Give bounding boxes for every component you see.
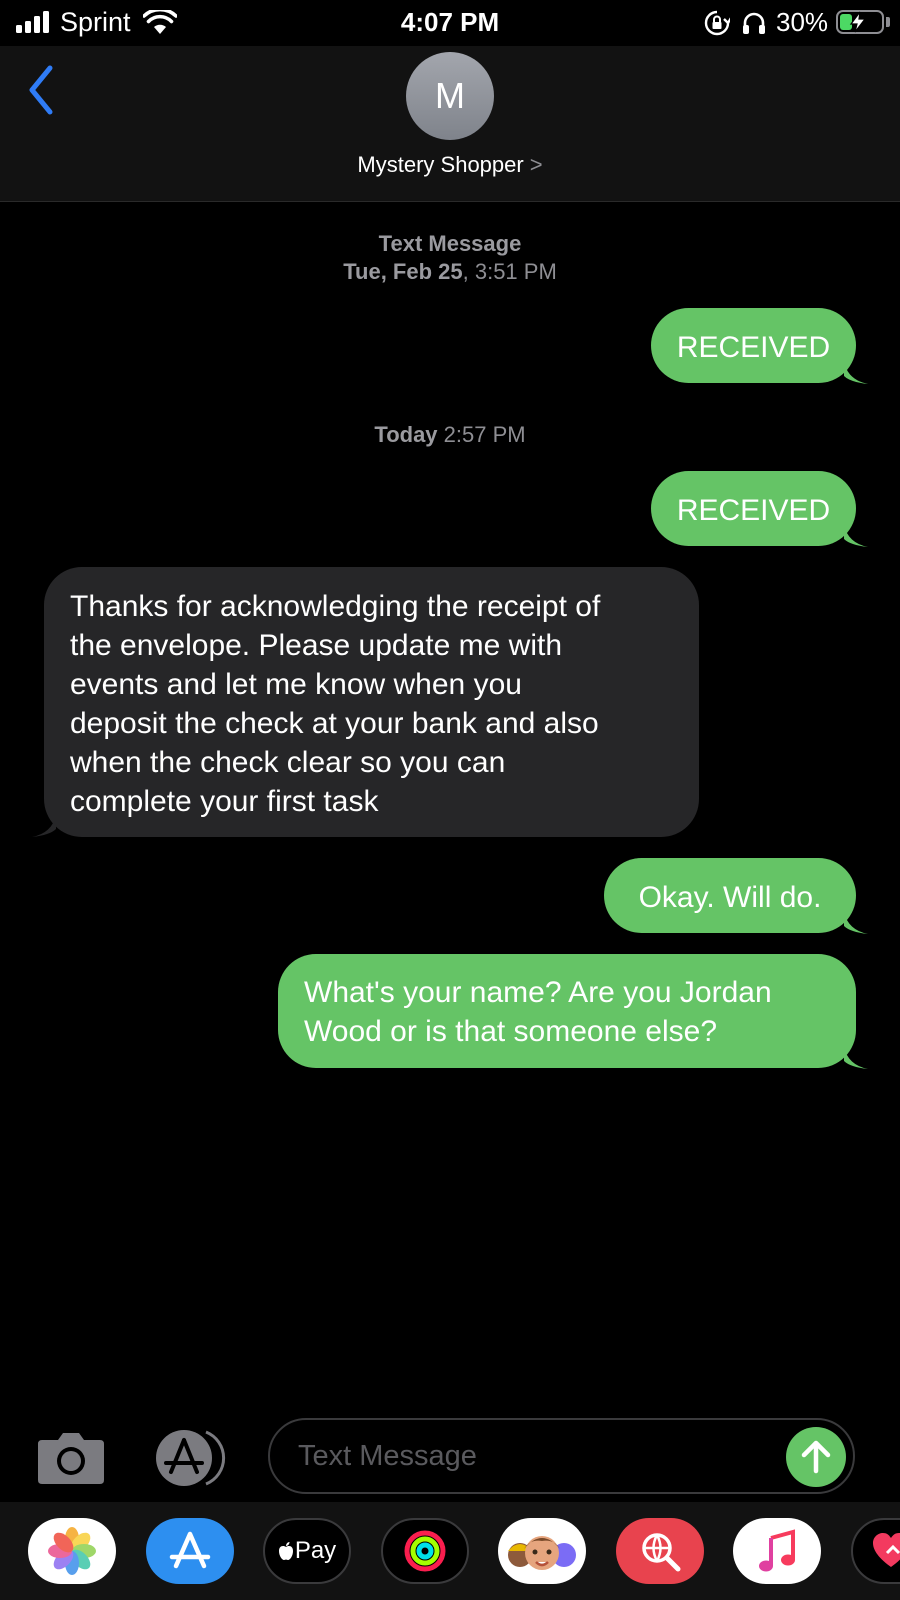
timestamp-header: Today 2:57 PM: [0, 421, 900, 449]
app-store-a-icon: [169, 1531, 211, 1569]
message-line: Thanks for acknowledging the receipt of: [70, 590, 601, 623]
contact-avatar[interactable]: M: [406, 52, 494, 140]
bubble-tail: [844, 912, 868, 934]
message-line: RECEIVED: [676, 494, 831, 527]
memoji-app-icon[interactable]: [498, 1518, 586, 1584]
conversation-header: M Mystery Shopper >: [0, 46, 900, 202]
web-images-app-icon[interactable]: [616, 1518, 704, 1584]
apple-pay-label: Pay: [294, 1537, 337, 1564]
battery-percent: 30%: [776, 7, 829, 37]
bubble-tail: [844, 525, 868, 547]
message-line: Wood or is that someone else?: [304, 1015, 718, 1048]
camera-icon[interactable]: [36, 1430, 106, 1486]
message-line: Okay. Will do.: [638, 881, 822, 914]
heart-app-icon[interactable]: [851, 1518, 900, 1584]
arrow-up-icon: [801, 1440, 831, 1474]
app-store-app-icon[interactable]: [146, 1518, 234, 1584]
apple-logo-icon: [278, 1542, 293, 1560]
message-line: What's your name? Are you Jordan: [304, 976, 772, 1009]
message-input-placeholder: Text Message: [298, 1440, 477, 1472]
message-bubble-outgoing[interactable]: RECEIVED: [651, 471, 856, 546]
app-store-drawer-icon[interactable]: [150, 1428, 232, 1488]
message-bubble-outgoing[interactable]: Okay. Will do.: [604, 858, 856, 933]
service-label: Text Message: [378, 231, 522, 256]
timestamp-day: Today: [374, 422, 438, 447]
bubble-tail: [32, 815, 56, 837]
back-chevron-icon[interactable]: [22, 62, 62, 118]
status-bar: Sprint 4:07 PM 30%: [0, 0, 900, 46]
message-bubble-incoming[interactable]: Thanks for acknowledging the receipt of …: [44, 567, 699, 837]
message-bubble-outgoing[interactable]: What's your name? Are you Jordan Wood or…: [278, 954, 856, 1068]
imessage-app-drawer: Pay: [0, 1502, 900, 1600]
message-line: RECEIVED: [676, 331, 831, 364]
heart-icon: [873, 1533, 900, 1567]
message-line: complete your first task: [70, 785, 379, 818]
photos-app-icon[interactable]: [28, 1518, 116, 1584]
music-app-icon[interactable]: [733, 1518, 821, 1584]
bubble-tail: [844, 1047, 868, 1069]
message-line: when the check clear so you can: [70, 746, 506, 779]
battery-tip: [886, 17, 890, 27]
orientation-lock-icon: [704, 10, 730, 36]
headphones-icon: [743, 12, 765, 34]
activity-rings-icon: [404, 1530, 446, 1572]
music-note-icon: [759, 1529, 795, 1572]
contact-name: Mystery Shopper: [357, 152, 524, 177]
timestamp-time: 2:57 PM: [437, 422, 526, 447]
message-line: deposit the check at your bank and also: [70, 707, 599, 740]
photos-flower-icon: [48, 1527, 96, 1575]
charging-bolt-icon: [849, 11, 867, 33]
message-bubble-outgoing[interactable]: RECEIVED: [651, 308, 856, 383]
chevron-right-icon: >: [529, 152, 543, 177]
bubble-tail: [844, 362, 868, 384]
activity-app-icon[interactable]: [381, 1518, 469, 1584]
message-line: events and let me know when you: [70, 668, 522, 701]
apple-pay-app-icon[interactable]: Pay: [263, 1518, 351, 1584]
timestamp-date: Tue, Feb 25: [343, 259, 463, 284]
avatar-initial: M: [435, 75, 465, 116]
send-button[interactable]: [786, 1427, 846, 1487]
timestamp-time: , 3:51 PM: [462, 259, 557, 284]
globe-search-icon: [642, 1533, 681, 1572]
timestamp-header: Text Message Tue, Feb 25, 3:51 PM: [0, 230, 900, 286]
message-line: the envelope. Please update me with: [70, 629, 562, 662]
contact-name-button[interactable]: Mystery Shopper >: [0, 152, 900, 178]
message-input-field[interactable]: Text Message: [268, 1418, 855, 1494]
memoji-faces-icon: [508, 1536, 576, 1570]
